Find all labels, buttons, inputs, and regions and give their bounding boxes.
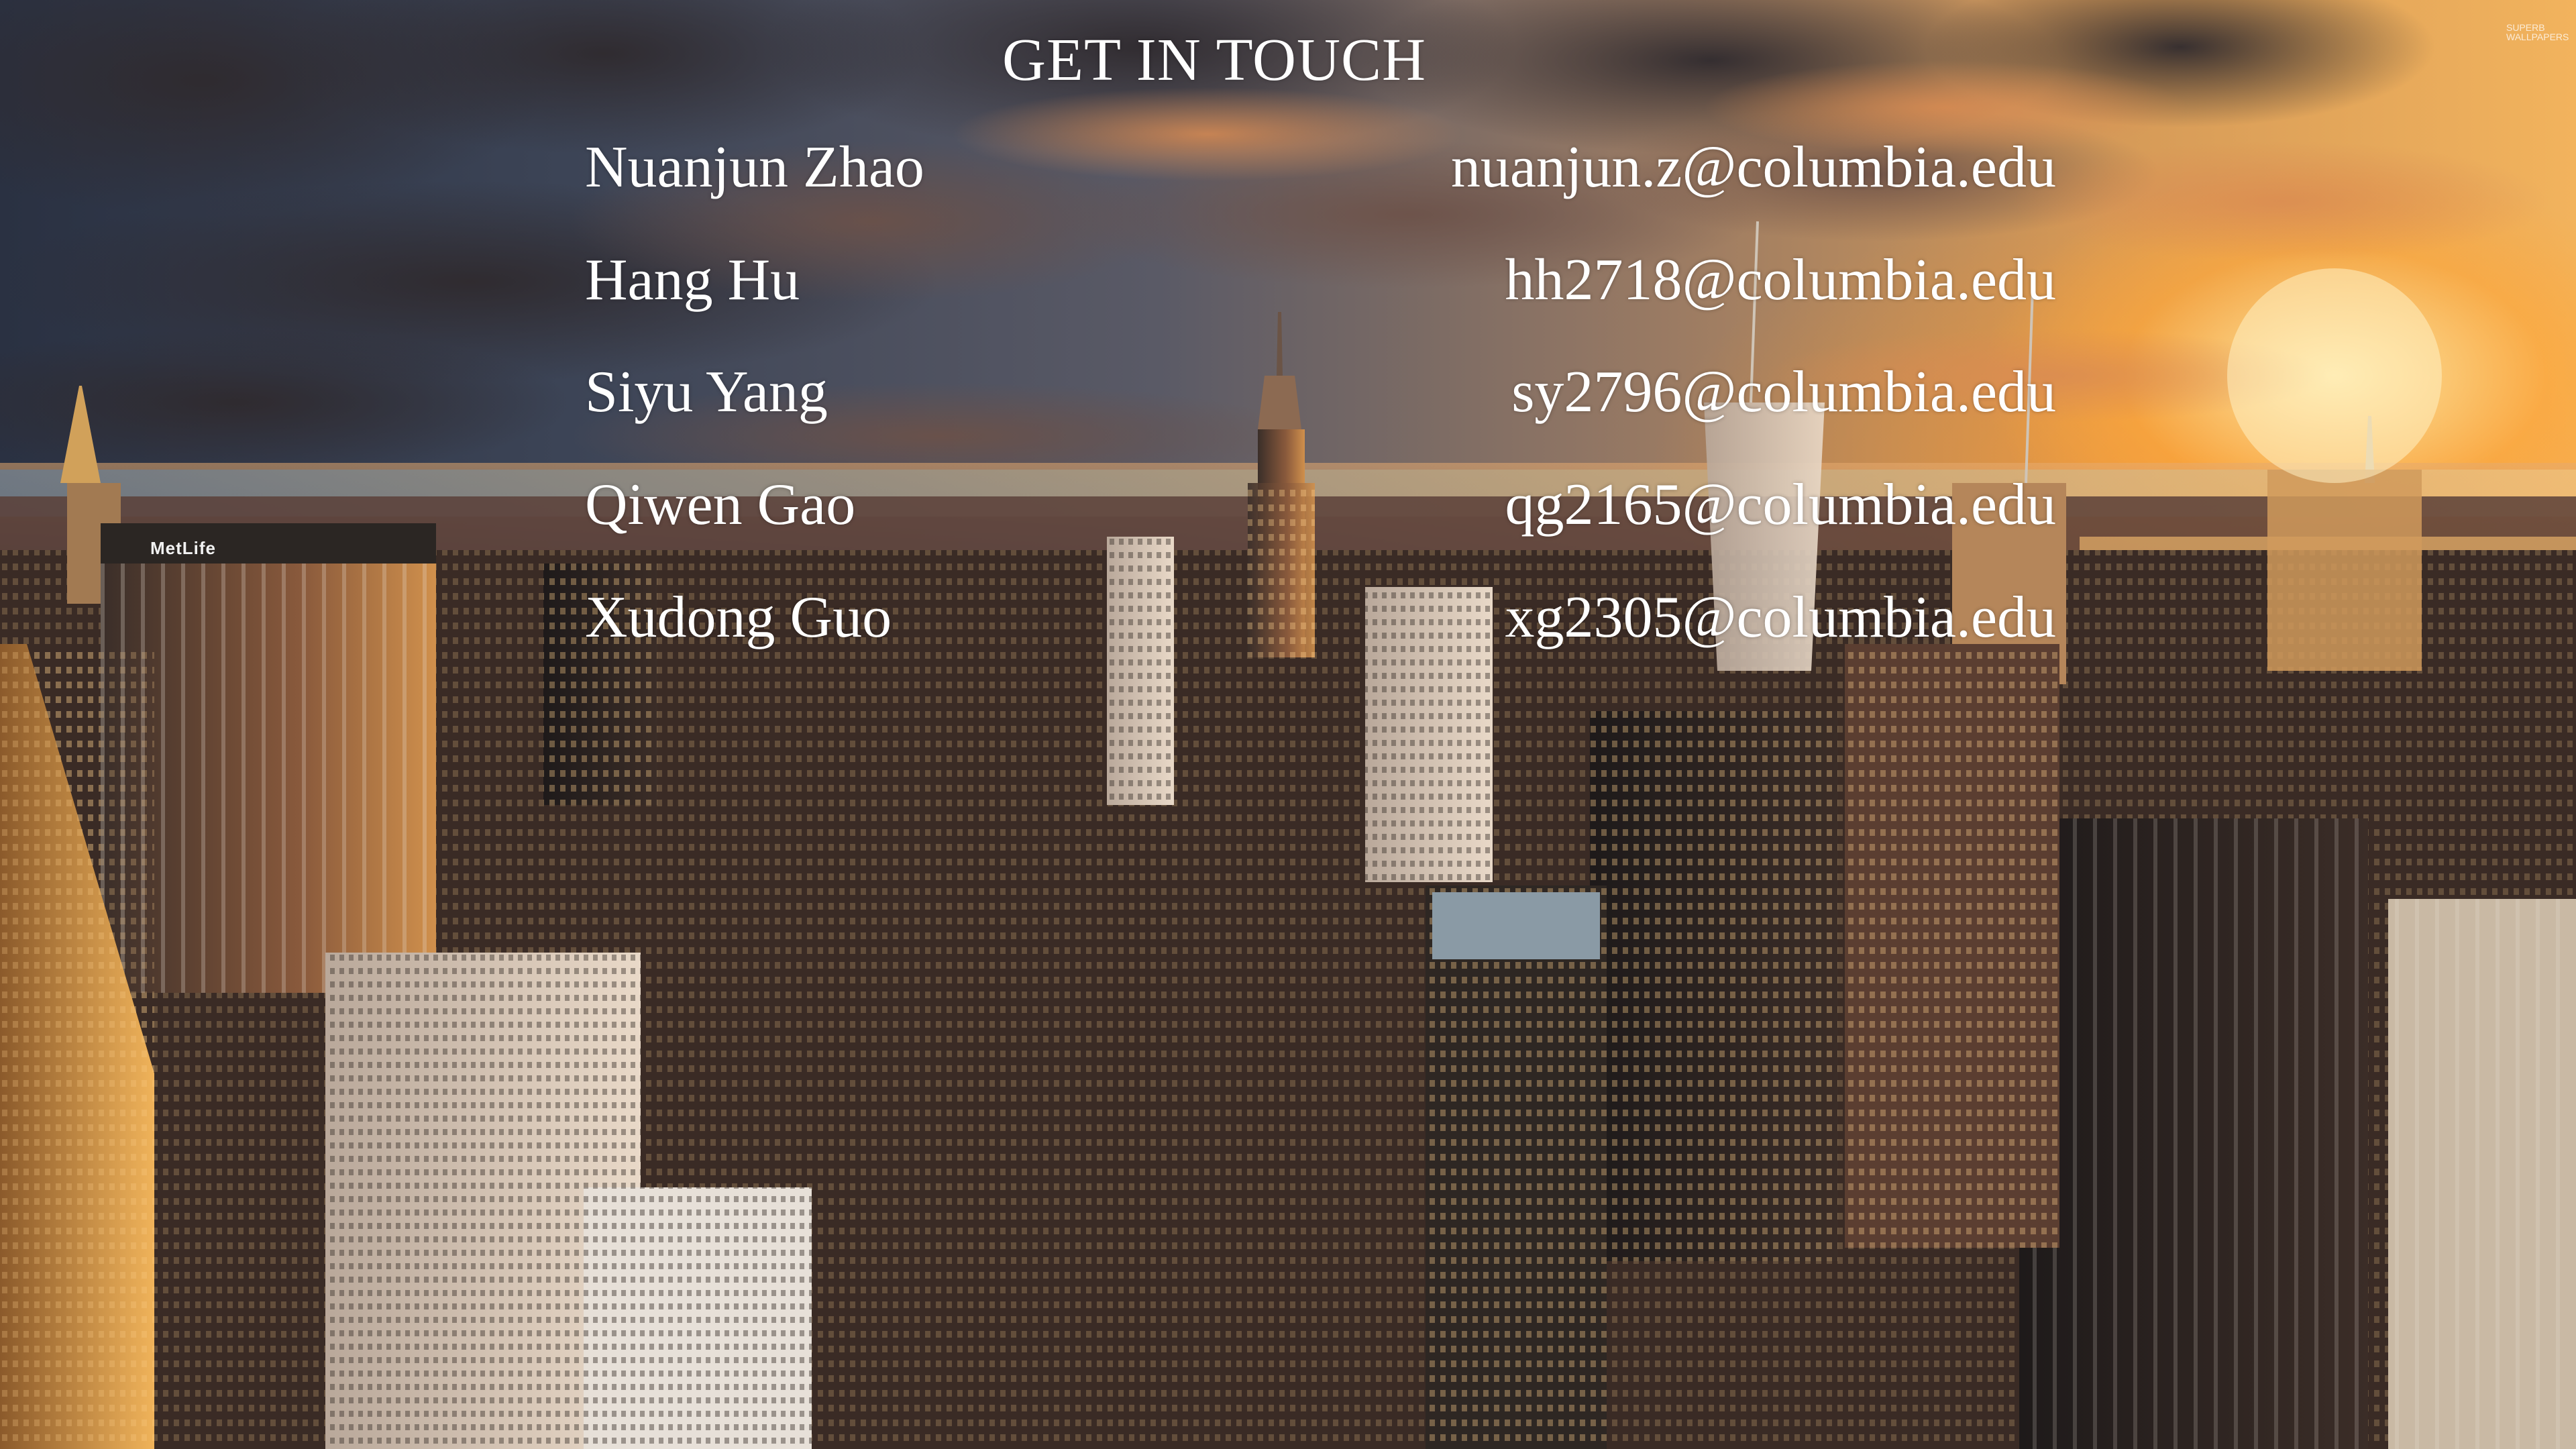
contact-email[interactable]: nuanjun.z@columbia.edu — [1451, 134, 2056, 201]
contact-email[interactable]: xg2305@columbia.edu — [1505, 584, 2056, 651]
contact-email[interactable]: hh2718@columbia.edu — [1505, 247, 2056, 314]
contact-name: Xudong Guo — [585, 585, 892, 650]
contact-email[interactable]: sy2796@columbia.edu — [1511, 359, 2056, 426]
contact-email[interactable]: qg2165@columbia.edu — [1505, 472, 2056, 539]
contact-name: Siyu Yang — [585, 360, 828, 425]
contact-name: Nuanjun Zhao — [585, 135, 924, 200]
contact-name: Qiwen Gao — [585, 472, 856, 537]
contact-name: Hang Hu — [585, 248, 800, 313]
contact-list: Nuanjun Zhao nuanjun.z@columbia.edu Hang… — [0, 0, 2576, 1449]
